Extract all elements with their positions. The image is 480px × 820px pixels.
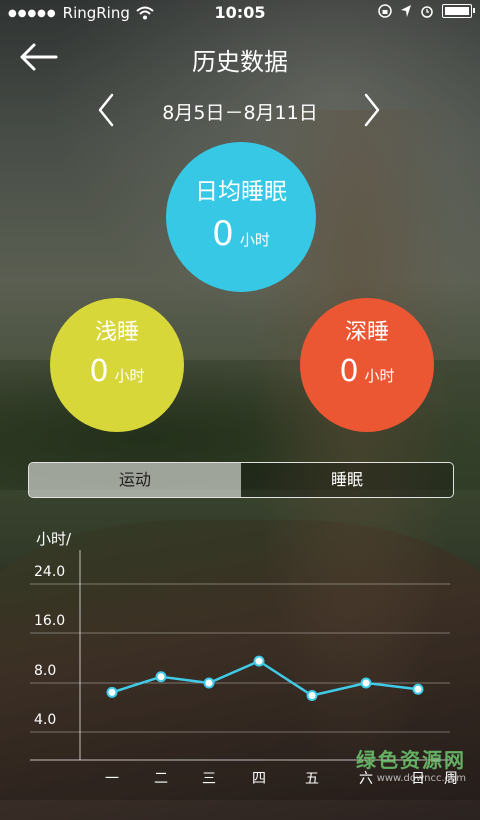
x-tick-label: 一 xyxy=(105,771,119,787)
average-sleep-unit: 小时 xyxy=(239,231,270,249)
x-tick-label: 三 xyxy=(202,771,216,787)
deep-sleep-value: 0 xyxy=(339,354,359,389)
date-range: 8月5日－8月11日 xyxy=(162,102,318,124)
battery-icon xyxy=(442,4,475,18)
y-tick-label: 16.0 xyxy=(34,613,66,629)
lock-rotation-icon xyxy=(378,4,392,18)
light-sleep-unit: 小时 xyxy=(114,367,145,385)
page-title: 历史数据 xyxy=(192,48,288,76)
average-sleep-label: 日均睡眠 xyxy=(195,179,287,205)
y-tick-label: 8.0 xyxy=(34,663,57,679)
light-sleep-value: 0 xyxy=(89,354,109,389)
x-tick-label: 四 xyxy=(252,771,266,787)
data-point[interactable] xyxy=(412,683,424,695)
average-sleep-circle: 日均睡眠 0 小时 xyxy=(166,142,316,292)
data-point[interactable] xyxy=(306,690,318,701)
y-tick-label: 4.0 xyxy=(34,712,57,728)
average-sleep-value: 0 xyxy=(212,214,234,254)
x-tick-label: 五 xyxy=(305,771,319,787)
data-point[interactable] xyxy=(360,677,372,689)
date-navigator: 8月5日－8月11日 xyxy=(0,92,480,128)
alarm-icon xyxy=(421,6,433,18)
category-tabs: 运动 睡眠 xyxy=(28,462,454,498)
next-week-button[interactable] xyxy=(360,92,388,128)
light-sleep-label: 浅睡 xyxy=(94,320,139,345)
location-icon xyxy=(401,5,411,17)
tab-sport[interactable]: 运动 xyxy=(29,463,241,497)
light-sleep-circle: 浅睡 0 小时 xyxy=(50,298,184,432)
tab-sleep[interactable]: 睡眠 xyxy=(241,463,453,497)
deep-sleep-unit: 小时 xyxy=(364,367,395,385)
data-point[interactable] xyxy=(155,671,167,683)
data-point[interactable] xyxy=(203,677,215,689)
deep-sleep-label: 深睡 xyxy=(344,320,389,345)
watermark-url: www.downcc.com xyxy=(376,773,466,784)
watermark-logo: 绿色资源网 www.downcc.com xyxy=(356,744,466,784)
x-tick-label: 二 xyxy=(154,771,168,787)
watermark-text: 绿色资源网 xyxy=(356,748,466,772)
y-tick-label: 24.0 xyxy=(34,564,66,580)
data-point[interactable] xyxy=(253,655,265,667)
data-point[interactable] xyxy=(106,686,118,698)
chevron-right-icon xyxy=(364,93,380,127)
y-axis-label: 小时/ xyxy=(36,530,72,548)
deep-sleep-circle: 深睡 0 小时 xyxy=(300,298,434,432)
status-bar: ●●●●● RingRing 10:05 xyxy=(0,0,480,26)
